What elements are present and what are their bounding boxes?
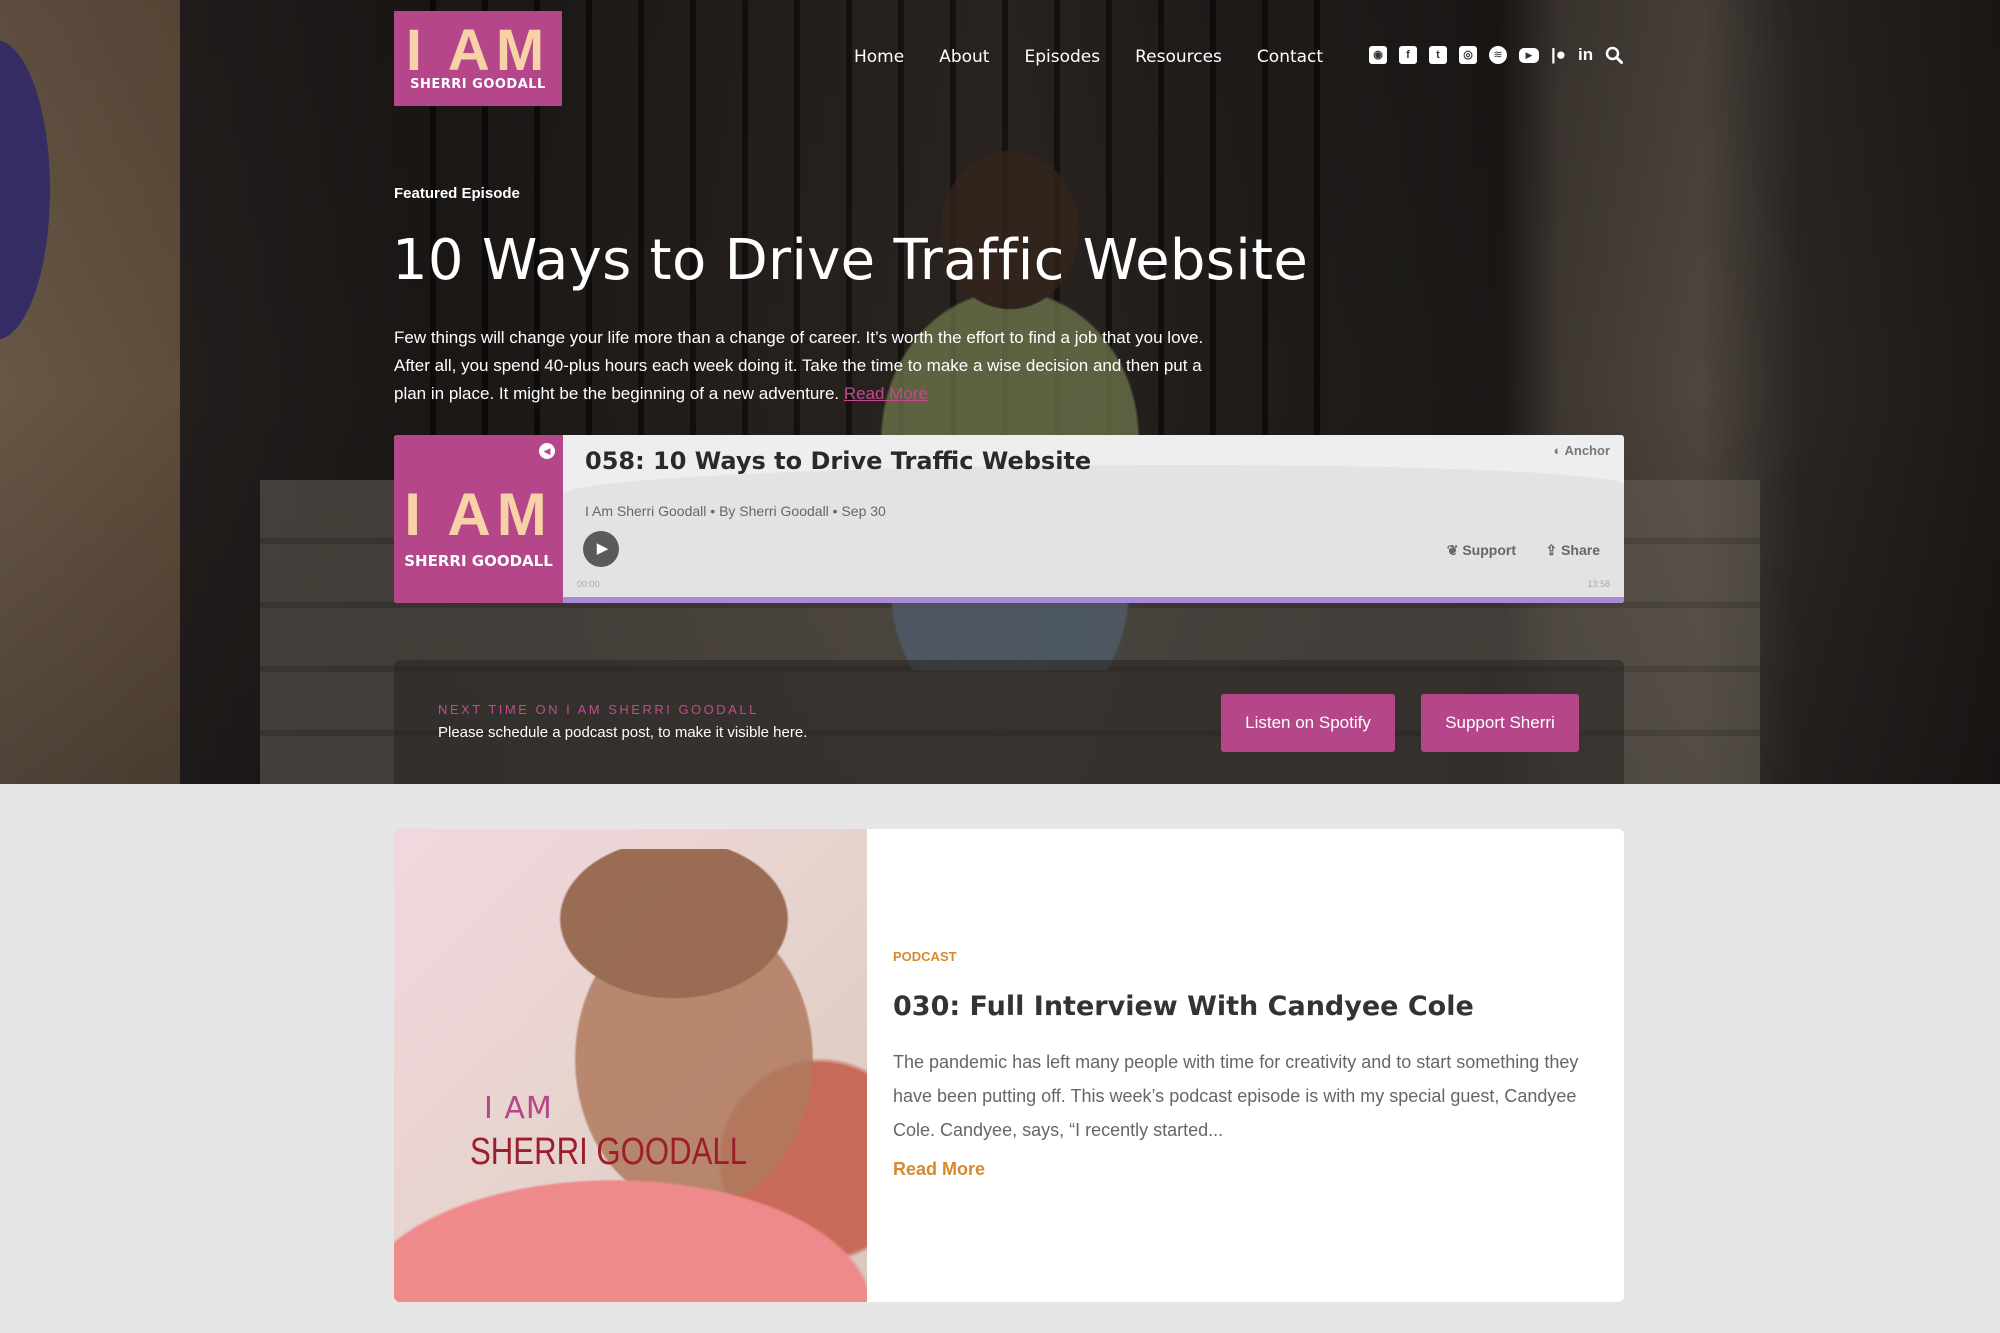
support-sherri-button[interactable]: Support Sherri	[1421, 694, 1579, 752]
post-thumbnail[interactable]: I AM SHERRI GOODALL	[394, 829, 867, 1302]
main-nav: Home About Episodes Resources Contact	[854, 44, 1358, 70]
player-episode-title: 058: 10 Ways to Drive Traffic Website	[585, 447, 1092, 475]
thumbnail-shirt	[394, 1169, 867, 1302]
rss-icon[interactable]: ◉	[1369, 46, 1387, 64]
next-episode-label: NEXT TIME ON I AM SHERRI GOODALL	[438, 702, 759, 717]
nav-resources[interactable]: Resources	[1135, 47, 1222, 67]
thumbnail-text-line1: I AM	[484, 1091, 553, 1126]
podcast-player: ◀ I AM SHERRI GOODALL 058: 10 Ways to Dr…	[394, 435, 1624, 603]
nav-contact[interactable]: Contact	[1257, 47, 1323, 67]
spotify-icon[interactable]: ≋	[1489, 46, 1507, 64]
play-button[interactable]: ▶	[583, 531, 619, 567]
player-wave-decoration	[563, 465, 1624, 603]
share-button[interactable]: ⇪ Share	[1545, 542, 1600, 559]
instagram-icon[interactable]: ◎	[1459, 46, 1477, 64]
nav-episodes[interactable]: Episodes	[1024, 47, 1100, 67]
social-links: ◉ f t ◎ ≋ ▶ |● in	[1369, 46, 1624, 64]
featured-label: Featured Episode	[394, 185, 520, 202]
logo-title: I AM	[405, 18, 551, 83]
anchor-icon: ◐	[1553, 443, 1562, 458]
nav-home[interactable]: Home	[854, 47, 904, 67]
featured-read-more-link[interactable]: Read More	[844, 384, 928, 403]
post-content: PODCAST 030: Full Interview With Candyee…	[867, 829, 1624, 1302]
share-icon: ⇪	[1545, 542, 1558, 558]
support-button[interactable]: ❦ Support	[1447, 542, 1516, 559]
volume-icon[interactable]: ◀	[539, 443, 555, 459]
time-total: 13:58	[1587, 579, 1610, 589]
thumbnail-text-line2: SHERRI GOODALL	[470, 1131, 748, 1173]
twitter-icon[interactable]: t	[1429, 46, 1447, 64]
artwork-subtitle: SHERRI GOODALL	[404, 552, 553, 570]
logo-subtitle: SHERRI GOODALL	[410, 77, 546, 92]
nav-about[interactable]: About	[939, 47, 989, 67]
post-title[interactable]: 030: Full Interview With Candyee Cole	[893, 991, 1474, 1022]
share-label: Share	[1561, 542, 1600, 558]
featured-excerpt-text: Few things will change your life more th…	[394, 328, 1204, 403]
player-meta: I Am Sherri Goodall • By Sherri Goodall …	[585, 503, 886, 519]
post-card: I AM SHERRI GOODALL PODCAST 030: Full In…	[394, 829, 1624, 1302]
player-artwork: ◀ I AM SHERRI GOODALL	[394, 435, 563, 603]
search-icon[interactable]	[1605, 46, 1624, 64]
site-logo[interactable]: I AM SHERRI GOODALL	[394, 11, 562, 106]
linkedin-icon[interactable]: in	[1578, 46, 1593, 64]
patreon-icon[interactable]: |●	[1551, 46, 1566, 64]
anchor-brand[interactable]: ◐ Anchor	[1554, 443, 1611, 458]
listen-on-spotify-button[interactable]: Listen on Spotify	[1221, 694, 1395, 752]
next-episode-bar: NEXT TIME ON I AM SHERRI GOODALL Please …	[394, 660, 1624, 784]
post-excerpt: The pandemic has left many people with t…	[893, 1052, 1579, 1140]
anchor-label: Anchor	[1564, 443, 1611, 458]
next-episode-text: Please schedule a podcast post, to make …	[438, 724, 808, 741]
facebook-icon[interactable]: f	[1399, 46, 1417, 64]
featured-title[interactable]: 10 Ways to Drive Traffic Website	[392, 228, 1308, 293]
support-label: Support	[1462, 542, 1516, 558]
post-category[interactable]: PODCAST	[893, 949, 957, 964]
support-icon: ❦	[1446, 542, 1459, 558]
player-body: 058: 10 Ways to Drive Traffic Website ◐ …	[563, 435, 1624, 603]
featured-excerpt: Few things will change your life more th…	[394, 324, 1214, 408]
artwork-title: I AM	[404, 481, 553, 548]
youtube-icon[interactable]: ▶	[1519, 47, 1539, 63]
time-elapsed: 00:00	[577, 579, 600, 589]
post-read-more-link[interactable]: Read More	[893, 1159, 985, 1180]
progress-bar[interactable]	[563, 597, 1624, 603]
